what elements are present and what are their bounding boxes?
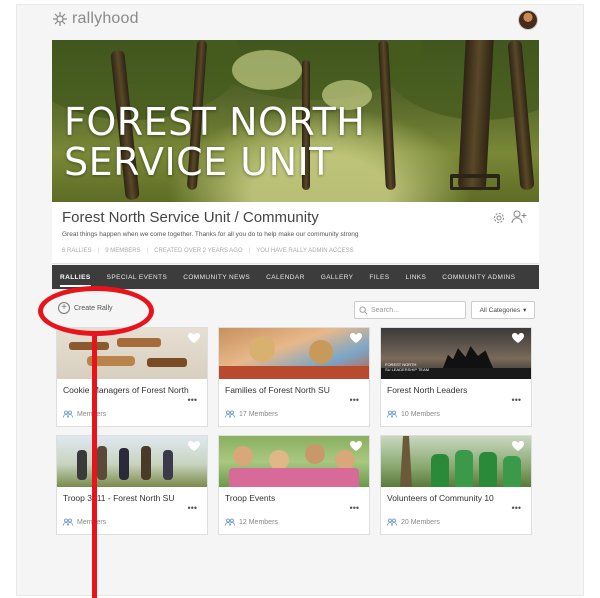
search-icon (359, 305, 368, 314)
rallies-count: 6 RALLIES (62, 248, 92, 254)
gear-icon[interactable] (493, 212, 505, 224)
rally-card[interactable]: Volunteers of Community 10 ••• 20 Member… (380, 435, 532, 535)
rally-image (57, 328, 207, 379)
members-count: 9 MEMBERS (105, 248, 141, 254)
rally-name[interactable]: Volunteers of Community 10 (387, 493, 529, 503)
members-icon (387, 410, 397, 418)
rally-card[interactable]: Troop Events ••• 12 Members (218, 435, 370, 535)
tab-files[interactable]: FILES (361, 265, 397, 289)
plus-icon: + (58, 302, 70, 314)
members-icon (63, 518, 73, 526)
heart-icon[interactable] (187, 332, 201, 344)
logo-icon (53, 12, 67, 26)
rally-members: 10 Members (387, 410, 440, 418)
logo-text: rallyhood (72, 10, 139, 27)
rally-members: 17 Members (225, 410, 278, 418)
community-meta: 6 RALLIES | 9 MEMBERS | CREATED OVER 2 Y… (62, 248, 354, 254)
tab-gallery[interactable]: GALLERY (313, 265, 362, 289)
bench (450, 174, 500, 190)
heart-icon[interactable] (349, 332, 363, 344)
rally-name[interactable]: Families of Forest North SU (225, 385, 367, 395)
rally-image (381, 436, 531, 487)
members-icon (225, 518, 235, 526)
community-tagline: Great things happen when we come togethe… (62, 231, 359, 238)
search-input[interactable] (371, 306, 461, 314)
heart-icon[interactable] (511, 440, 525, 452)
rally-image-caption: FOREST NORTH SU LEADERSHIP TEAM (385, 362, 430, 372)
members-icon (387, 518, 397, 526)
add-user-icon[interactable] (511, 210, 527, 224)
caret-down-icon: ▾ (523, 307, 527, 314)
logo[interactable]: rallyhood (52, 10, 139, 28)
hero-banner: FOREST NORTH SERVICE UNIT (52, 40, 539, 202)
tab-special-events[interactable]: SPECIAL EVENTS (99, 265, 176, 289)
rally-members: 12 Members (225, 518, 278, 526)
more-options-icon[interactable]: ••• (350, 395, 359, 405)
tab-community-news[interactable]: COMMUNITY NEWS (175, 265, 258, 289)
rally-card[interactable]: FOREST NORTH SU LEADERSHIP TEAM Forest N… (380, 327, 532, 427)
tab-rallies[interactable]: RALLIES (52, 265, 99, 289)
members-icon (225, 410, 235, 418)
more-options-icon[interactable]: ••• (350, 503, 359, 513)
heart-icon[interactable] (511, 332, 525, 344)
category-label: All Categories (479, 306, 521, 314)
tab-links[interactable]: LINKS (397, 265, 434, 289)
rally-name[interactable]: Cookie Managers of Forest North (63, 385, 205, 395)
members-icon (63, 410, 73, 418)
heart-icon[interactable] (349, 440, 363, 452)
heart-icon[interactable] (187, 440, 201, 452)
rally-name[interactable]: Forest North Leaders (387, 385, 529, 395)
create-rally-label: Create Rally (74, 304, 113, 312)
avatar[interactable] (518, 10, 538, 30)
rallies-toolbar: + Create Rally All Categories ▾ (52, 298, 539, 322)
rally-card[interactable]: Cookie Managers of Forest North ••• Memb… (56, 327, 208, 427)
create-rally-button[interactable]: + Create Rally (58, 302, 113, 314)
rally-image: FOREST NORTH SU LEADERSHIP TEAM (381, 328, 531, 379)
rally-card[interactable]: Troop 3011 - Forest North SU ••• Members (56, 435, 208, 535)
access-level: YOU HAVE RALLY ADMIN ACCESS (256, 248, 354, 254)
rally-image (219, 436, 369, 487)
rally-members: Members (63, 518, 106, 526)
tab-community-admins[interactable]: COMMUNITY ADMINS (434, 265, 523, 289)
more-options-icon[interactable]: ••• (188, 503, 197, 513)
more-options-icon[interactable]: ••• (512, 503, 521, 513)
rally-image (57, 436, 207, 487)
category-dropdown[interactable]: All Categories ▾ (471, 301, 535, 319)
tab-bar: RALLIES SPECIAL EVENTS COMMUNITY NEWS CA… (52, 265, 539, 289)
tab-calendar[interactable]: CALENDAR (258, 265, 313, 289)
top-bar: rallyhood (52, 10, 538, 32)
created-date: CREATED OVER 2 YEARS AGO (154, 248, 243, 254)
rally-name[interactable]: Troop 3011 - Forest North SU (63, 493, 205, 503)
rally-members: 20 Members (387, 518, 440, 526)
search-box[interactable] (354, 301, 466, 319)
community-title: Forest North Service Unit / Community (62, 209, 319, 226)
rally-members: Members (63, 410, 106, 418)
rally-image (219, 328, 369, 379)
rally-name[interactable]: Troop Events (225, 493, 367, 503)
hero-title: FOREST NORTH SERVICE UNIT (64, 100, 366, 184)
rally-card[interactable]: Families of Forest North SU ••• 17 Membe… (218, 327, 370, 427)
more-options-icon[interactable]: ••• (512, 395, 521, 405)
more-options-icon[interactable]: ••• (188, 395, 197, 405)
community-header: Forest North Service Unit / Community Gr… (52, 202, 539, 264)
